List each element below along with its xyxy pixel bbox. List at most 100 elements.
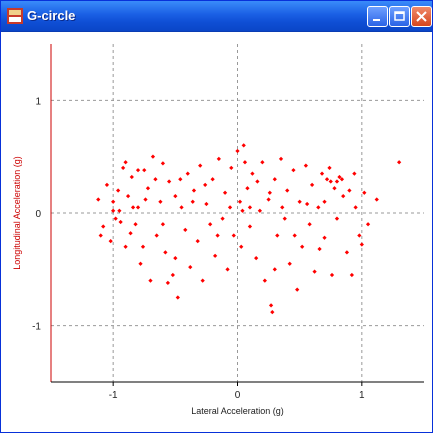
maximize-button[interactable] [389,6,410,27]
data-point [220,216,225,221]
x-tick-label: 0 [235,390,241,401]
tick-labels: -1 0 1 1 0 -1 [32,96,365,401]
data-point [188,264,193,270]
data-point [322,199,327,204]
data-point [154,233,159,238]
data-point [344,250,350,255]
data-point [203,182,208,187]
data-point [262,278,267,283]
app-icon[interactable] [7,8,23,24]
data-point [200,278,205,283]
y-axis-label: Longitudinal Acceleration (g) [12,156,22,270]
y-tick-label: 0 [35,209,41,220]
data-point [255,179,260,184]
data-point [240,208,245,213]
data-point [332,186,337,191]
data-point [222,190,228,195]
data-point [300,244,305,249]
data-point [140,244,146,249]
grid-lines [51,44,424,382]
data-point [191,188,197,193]
data-point [374,197,379,202]
data-point [210,177,215,182]
data-point [166,179,172,184]
data-point [123,244,128,249]
data-point [257,208,263,213]
data-point [175,295,180,300]
data-point [113,216,118,221]
x-tick-label: 1 [359,390,365,401]
data-point [275,233,280,238]
plot-area: -1 0 1 1 0 -1 Lateral Acceleration (g) Longit… [4,32,431,430]
maximize-icon [394,11,405,21]
scatter-chart: -1 0 1 1 0 -1 Lateral Acceleration (g) Longit… [12,44,424,416]
minimize-button[interactable] [367,6,388,27]
title-bar[interactable]: G-circle [1,1,432,32]
y-tick-label: 1 [35,96,41,107]
data-point [150,154,156,159]
data-point [291,168,296,173]
data-point [143,197,148,202]
data-point [322,235,327,240]
data-point [362,190,367,195]
data-point [295,287,300,292]
data-point [160,222,166,227]
data-point [195,239,200,244]
data-point [272,177,277,182]
data-point [266,197,271,202]
minimize-icon [373,19,380,21]
data-point [349,272,355,278]
data-point [98,233,103,238]
data-point [130,205,136,210]
data-point [128,231,133,236]
data-point [334,216,340,221]
data-point [111,199,116,204]
data-point [120,165,126,171]
data-point [178,177,183,182]
data-point [327,165,332,171]
x-axis-label: Lateral Acceleration (g) [191,406,284,416]
data-point [309,182,315,187]
data-point [163,250,168,255]
data-point [352,171,357,176]
data-point [316,205,321,210]
data-point [111,208,116,213]
data-point [347,188,352,193]
data-point [239,244,244,249]
data-point [329,272,335,278]
data-point [148,278,153,283]
data-point [227,205,233,210]
data-point [241,143,246,148]
data-point [357,233,362,238]
data-point [104,182,110,187]
data-point [305,201,310,207]
data-point [229,165,234,171]
data-point [133,222,138,227]
data-point [268,303,274,308]
data-point [204,201,209,207]
data-point [142,168,147,173]
data-point [225,267,230,272]
data-point [242,160,248,165]
close-button[interactable] [411,6,432,27]
data-point [235,148,240,154]
data-point [138,261,143,266]
data-point [173,193,178,199]
data-point [160,161,166,166]
data-point [153,177,158,182]
data-point [285,188,290,193]
data-point [267,190,272,195]
data-point [125,193,131,199]
data-point [278,156,284,162]
data-point [216,156,221,162]
data-point [118,219,123,225]
data-point [247,205,253,210]
y-tick-label: -1 [32,322,41,333]
data-point [334,179,340,184]
data-point [170,272,175,278]
data-point [292,233,297,238]
data-point [328,179,333,184]
g-circle-window: G-circle -1 0 1 1 0 -1 Lateral Acceleration (… [0,0,433,433]
data-point [231,233,236,238]
data-point [185,171,190,176]
